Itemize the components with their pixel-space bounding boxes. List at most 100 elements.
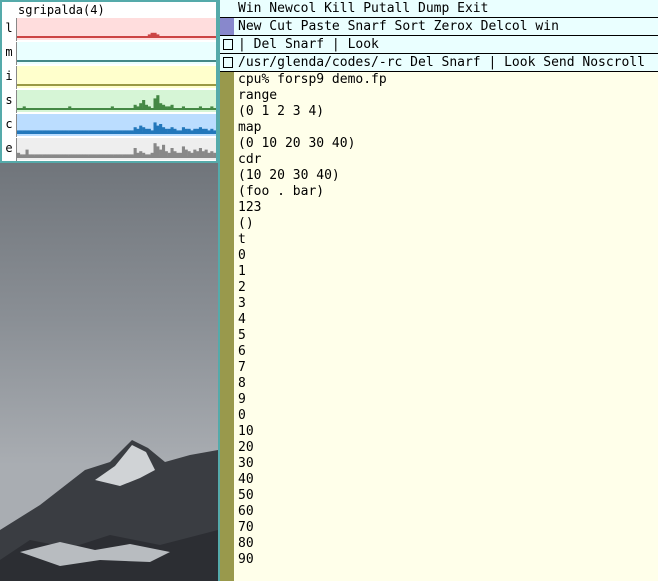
stat-row-i: i xyxy=(2,66,216,89)
output-line: 20 xyxy=(238,440,254,455)
stat-spike xyxy=(130,130,134,132)
stat-spike xyxy=(122,154,126,156)
stat-spike xyxy=(39,130,43,132)
stat-spike xyxy=(159,124,163,132)
stat-graph-baseline xyxy=(17,132,216,134)
stat-spike xyxy=(73,130,77,132)
stat-graph-i xyxy=(17,66,216,88)
stat-spike xyxy=(162,104,166,108)
window1-layout-box[interactable] xyxy=(223,39,233,50)
stat-spike xyxy=(190,130,194,132)
stat-spike xyxy=(122,130,126,132)
stat-graph-s xyxy=(17,90,216,112)
stat-spike xyxy=(204,149,208,156)
stat-spike xyxy=(54,154,58,156)
stat-spike xyxy=(76,130,80,132)
stat-spike xyxy=(45,130,49,132)
stat-spike xyxy=(167,152,171,156)
output-line: (0 1 2 3 4) xyxy=(238,104,325,119)
window2-layout-box[interactable] xyxy=(223,57,233,68)
acme-window[interactable]: Win Newcol Kill Putall Dump Exit New Cut… xyxy=(218,0,658,581)
stat-spike xyxy=(113,130,117,132)
stat-spike xyxy=(110,106,114,108)
stat-spike xyxy=(150,130,154,132)
output-line: 8 xyxy=(238,376,246,391)
stat-spike xyxy=(147,106,151,108)
output-line: cdr xyxy=(238,152,262,167)
stat-spike xyxy=(28,130,32,132)
stats-window[interactable]: sgripalda(4) lmisce xyxy=(0,0,218,163)
column-tag-bar[interactable]: New Cut Paste Snarf Sort Zerox Delcol wi… xyxy=(220,18,658,36)
stat-spike xyxy=(51,154,55,156)
stats-title: sgripalda(4) xyxy=(2,2,216,18)
stat-spike xyxy=(170,104,174,108)
stat-spike xyxy=(42,130,46,132)
stat-spike xyxy=(210,128,214,132)
stat-spike xyxy=(213,130,216,132)
window1-tag-bar[interactable]: | Del Snarf | Look xyxy=(220,36,658,54)
window1-tag-text[interactable]: | Del Snarf | Look xyxy=(238,36,379,53)
stat-spike xyxy=(108,130,112,132)
stat-spike xyxy=(170,127,174,132)
scrollbar[interactable] xyxy=(220,72,234,581)
stat-spike xyxy=(193,128,197,132)
stat-spike xyxy=(17,130,21,132)
stat-spike xyxy=(150,152,154,156)
stat-spike xyxy=(68,130,72,132)
output-line: 50 xyxy=(238,488,254,503)
output-line: 40 xyxy=(238,472,254,487)
output-line: 5 xyxy=(238,328,246,343)
stat-spike xyxy=(213,152,216,156)
stat-spike xyxy=(201,151,205,156)
stat-graph-baseline xyxy=(17,60,216,62)
column-tag-text[interactable]: New Cut Paste Snarf Sort Zerox Delcol wi… xyxy=(238,18,559,35)
stat-spike xyxy=(164,128,168,132)
stat-spike xyxy=(162,144,166,156)
stat-spike xyxy=(99,130,103,132)
stat-spike xyxy=(108,154,112,156)
output-line: (foo . bar) xyxy=(238,184,325,199)
output-line: 2 xyxy=(238,280,246,295)
stat-spike xyxy=(90,154,94,156)
stat-spike xyxy=(65,130,69,132)
stat-spike xyxy=(56,130,60,132)
stat-spike xyxy=(88,130,92,132)
stat-spike xyxy=(96,130,100,132)
stat-spike xyxy=(79,130,83,132)
stat-spike xyxy=(36,154,40,156)
stat-spike xyxy=(45,154,49,156)
main-tag-text[interactable]: Win Newcol Kill Putall Dump Exit xyxy=(238,0,488,17)
stat-spike xyxy=(105,154,109,156)
main-tag-bar[interactable]: Win Newcol Kill Putall Dump Exit xyxy=(220,0,658,18)
stat-spike xyxy=(210,106,214,108)
stat-label-l: l xyxy=(2,18,17,41)
stat-spike xyxy=(144,154,148,156)
stat-spike xyxy=(156,34,160,36)
stat-spike xyxy=(68,106,72,108)
stat-spike xyxy=(76,154,80,156)
output-line: 90 xyxy=(238,552,254,567)
stat-row-l: l xyxy=(2,18,216,41)
output-line: cpu% forsp9 demo.fp xyxy=(238,72,387,87)
stat-spike xyxy=(181,146,185,156)
stat-spike xyxy=(110,154,114,156)
stat-spike xyxy=(167,106,171,108)
window2-tag-bar[interactable]: /usr/glenda/codes/-rc Del Snarf | Look S… xyxy=(220,54,658,72)
shell-output[interactable]: cpu% forsp9 demo.fp range (0 1 2 3 4) map (0… xyxy=(238,72,658,581)
stat-spike xyxy=(176,130,180,132)
stat-graph-baseline xyxy=(17,108,216,110)
stat-spike xyxy=(162,127,166,132)
stat-spike xyxy=(150,32,154,36)
stat-spike xyxy=(181,106,185,108)
stat-spike xyxy=(198,127,202,132)
output-line: 10 xyxy=(238,424,254,439)
output-line: map xyxy=(238,120,262,135)
window2-tag-text[interactable]: /usr/glenda/codes/-rc Del Snarf | Look S… xyxy=(238,54,645,71)
stat-spike xyxy=(39,154,43,156)
stat-spike xyxy=(184,128,188,132)
stat-spike xyxy=(42,154,46,156)
column-layout-box[interactable] xyxy=(220,18,234,35)
stat-spike xyxy=(82,154,86,156)
stat-spike xyxy=(179,130,183,132)
stat-spike xyxy=(34,154,38,156)
